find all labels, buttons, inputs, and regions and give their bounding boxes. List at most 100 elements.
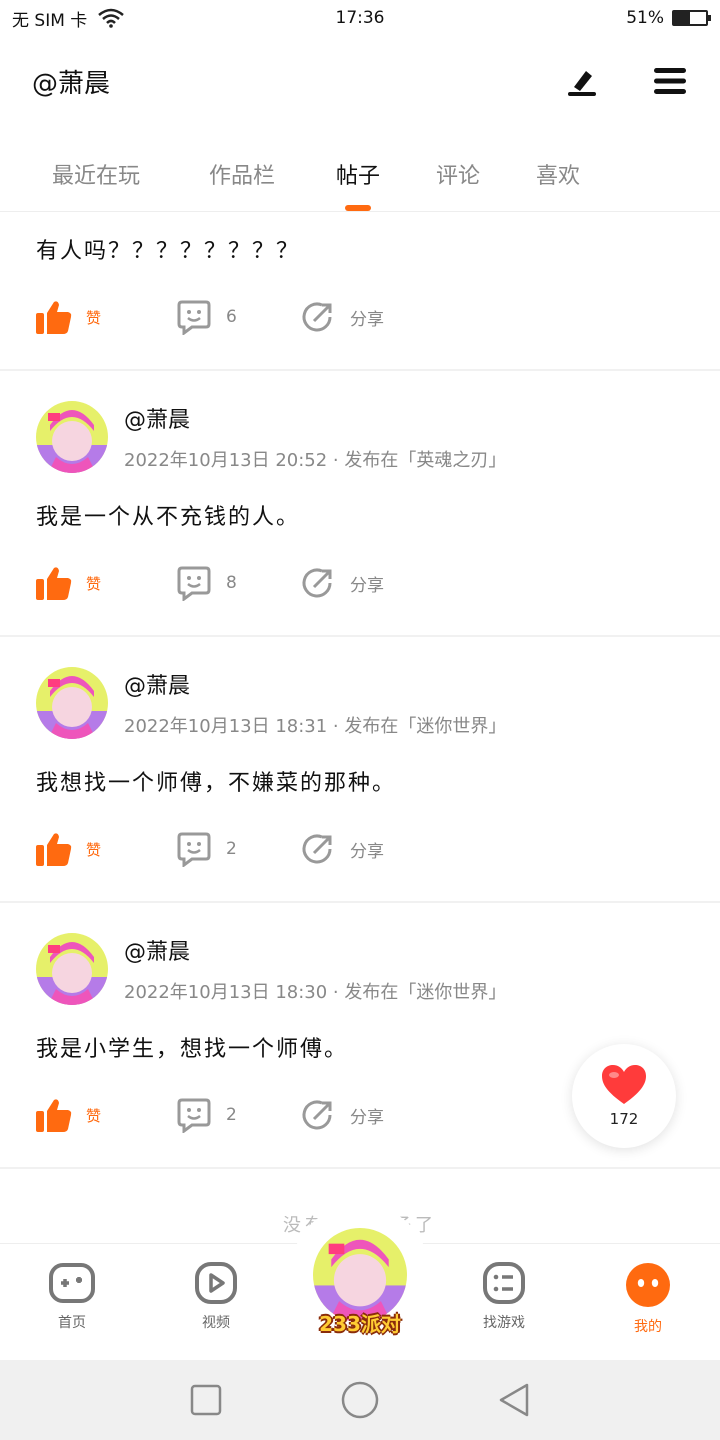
edit-button[interactable] [564,63,600,99]
share-label: 分享 [350,309,384,330]
comment-count: 6 [226,307,237,327]
nav-label: 首页 [58,1315,86,1331]
tab-label: 喜欢 [535,164,580,189]
share-icon [302,834,332,864]
thumbs-up-icon [36,1099,72,1132]
share-label: 分享 [350,575,384,596]
post-card[interactable]: @萧晨 2022年10月13日 20:52 · 发布在「英魂之刃」 我是一个从不… [0,371,720,637]
square-icon [190,1384,221,1416]
like-button[interactable]: 赞 [36,1098,176,1132]
comment-button[interactable]: 8 [176,565,300,601]
comment-icon [177,832,211,867]
like-button[interactable]: 赞 [36,566,176,600]
home-button[interactable] [341,1381,379,1419]
nav-video[interactable]: 视频 [166,1262,266,1332]
like-label: 赞 [86,574,102,593]
gamepad-icon [49,1263,95,1303]
share-button[interactable]: 分享 [300,1097,384,1133]
post-text: 有人吗？？？？？？？？ [36,239,301,264]
battery-icon [672,10,711,26]
like-button[interactable]: 赞 [36,832,176,866]
comment-count: 8 [226,573,237,593]
tab-comments[interactable]: 评论 [408,140,508,211]
tab-label: 评论 [435,164,480,189]
nav-home[interactable]: 首页 [22,1262,122,1332]
share-icon [302,1100,332,1130]
share-label: 分享 [350,1107,384,1128]
tab-label: 最近在玩 [51,164,140,189]
thumbs-up-icon [36,833,72,866]
system-nav-bar [0,1360,720,1440]
like-count: 172 [609,1110,639,1128]
bottom-nav: 首页 视频 233派对 找游戏 我的 [0,1204,720,1360]
like-label: 赞 [86,308,102,327]
tab-likes[interactable]: 喜欢 [508,140,608,211]
post-meta: 2022年10月13日 20:52 · 发布在「英魂之刃」 [124,450,507,471]
post-meta: 2022年10月13日 18:30 · 发布在「迷你世界」 [124,982,507,1003]
sim-status: 无 SIM 卡 [12,10,88,31]
share-button[interactable]: 分享 [300,565,384,601]
center-party-button[interactable]: 233派对 [310,1228,410,1337]
tab-active-indicator [345,205,371,211]
circle-icon [341,1381,379,1419]
tab-label: 作品栏 [208,164,275,189]
like-label: 赞 [86,1106,102,1125]
status-bar: 无 SIM 卡 17:36 51% [0,0,720,36]
profile-header: @萧晨 [0,36,720,126]
recents-button[interactable] [190,1384,222,1416]
tab-posts[interactable]: 帖子 [308,140,408,211]
author-name[interactable]: @萧晨 [124,934,506,966]
heart-icon [602,1065,646,1104]
nav-label: 找游戏 [483,1315,525,1331]
post-text: 我是一个从不充钱的人。 [36,505,301,530]
avatar[interactable] [36,667,108,739]
comment-count: 2 [226,1105,237,1125]
battery-fill [674,12,691,24]
thumbs-up-icon [36,301,72,334]
menu-icon [654,68,686,94]
tab-works[interactable]: 作品栏 [176,140,308,211]
pen-icon [568,71,596,96]
play-icon [195,1262,237,1304]
like-button[interactable]: 赞 [36,300,176,334]
share-button[interactable]: 分享 [300,831,384,867]
comment-icon [177,300,211,335]
avatar[interactable] [36,401,108,473]
face-icon [626,1263,670,1307]
back-button[interactable] [498,1382,530,1418]
nav-find-games[interactable]: 找游戏 [454,1262,554,1332]
thumbs-up-icon [36,567,72,600]
share-label: 分享 [350,841,384,862]
share-icon [302,302,332,332]
author-name[interactable]: @萧晨 [124,668,506,700]
triangle-back-icon [500,1383,529,1417]
post-text: 我想找一个师傅，不嫌菜的那种。 [36,771,397,796]
post-meta: 2022年10月13日 18:31 · 发布在「迷你世界」 [124,716,507,737]
wifi-icon [98,8,125,28]
page-title: @萧晨 [32,68,111,99]
share-button[interactable]: 分享 [300,299,384,335]
comment-icon [177,566,211,601]
nav-me[interactable]: 我的 [598,1262,698,1336]
comment-button[interactable]: 2 [176,831,300,867]
tab-label: 帖子 [335,164,380,189]
comment-count: 2 [226,839,237,859]
nav-label: 视频 [202,1315,230,1331]
comment-icon [177,1098,211,1133]
comment-button[interactable]: 6 [176,299,300,335]
profile-tabs: 最近在玩 作品栏 帖子 评论 喜欢 [0,140,720,212]
author-name[interactable]: @萧晨 [124,402,506,434]
post-card[interactable]: 有人吗？？？？？？？？ 赞 6 分享 [0,233,720,371]
tab-recent-play[interactable]: 最近在玩 [36,140,156,211]
battery-percent: 51% [626,8,664,28]
party-logo-text: 233派对 [319,1312,401,1336]
like-label: 赞 [86,840,102,859]
floating-like-button[interactable]: 172 [572,1044,676,1148]
comment-button[interactable]: 2 [176,1097,300,1133]
avatar[interactable] [36,933,108,1005]
post-card[interactable]: @萧晨 2022年10月13日 18:31 · 发布在「迷你世界」 我想找一个师… [0,637,720,903]
nav-label: 我的 [634,1319,662,1335]
menu-button[interactable] [652,63,688,99]
share-icon [302,568,332,598]
list-icon [483,1262,525,1304]
